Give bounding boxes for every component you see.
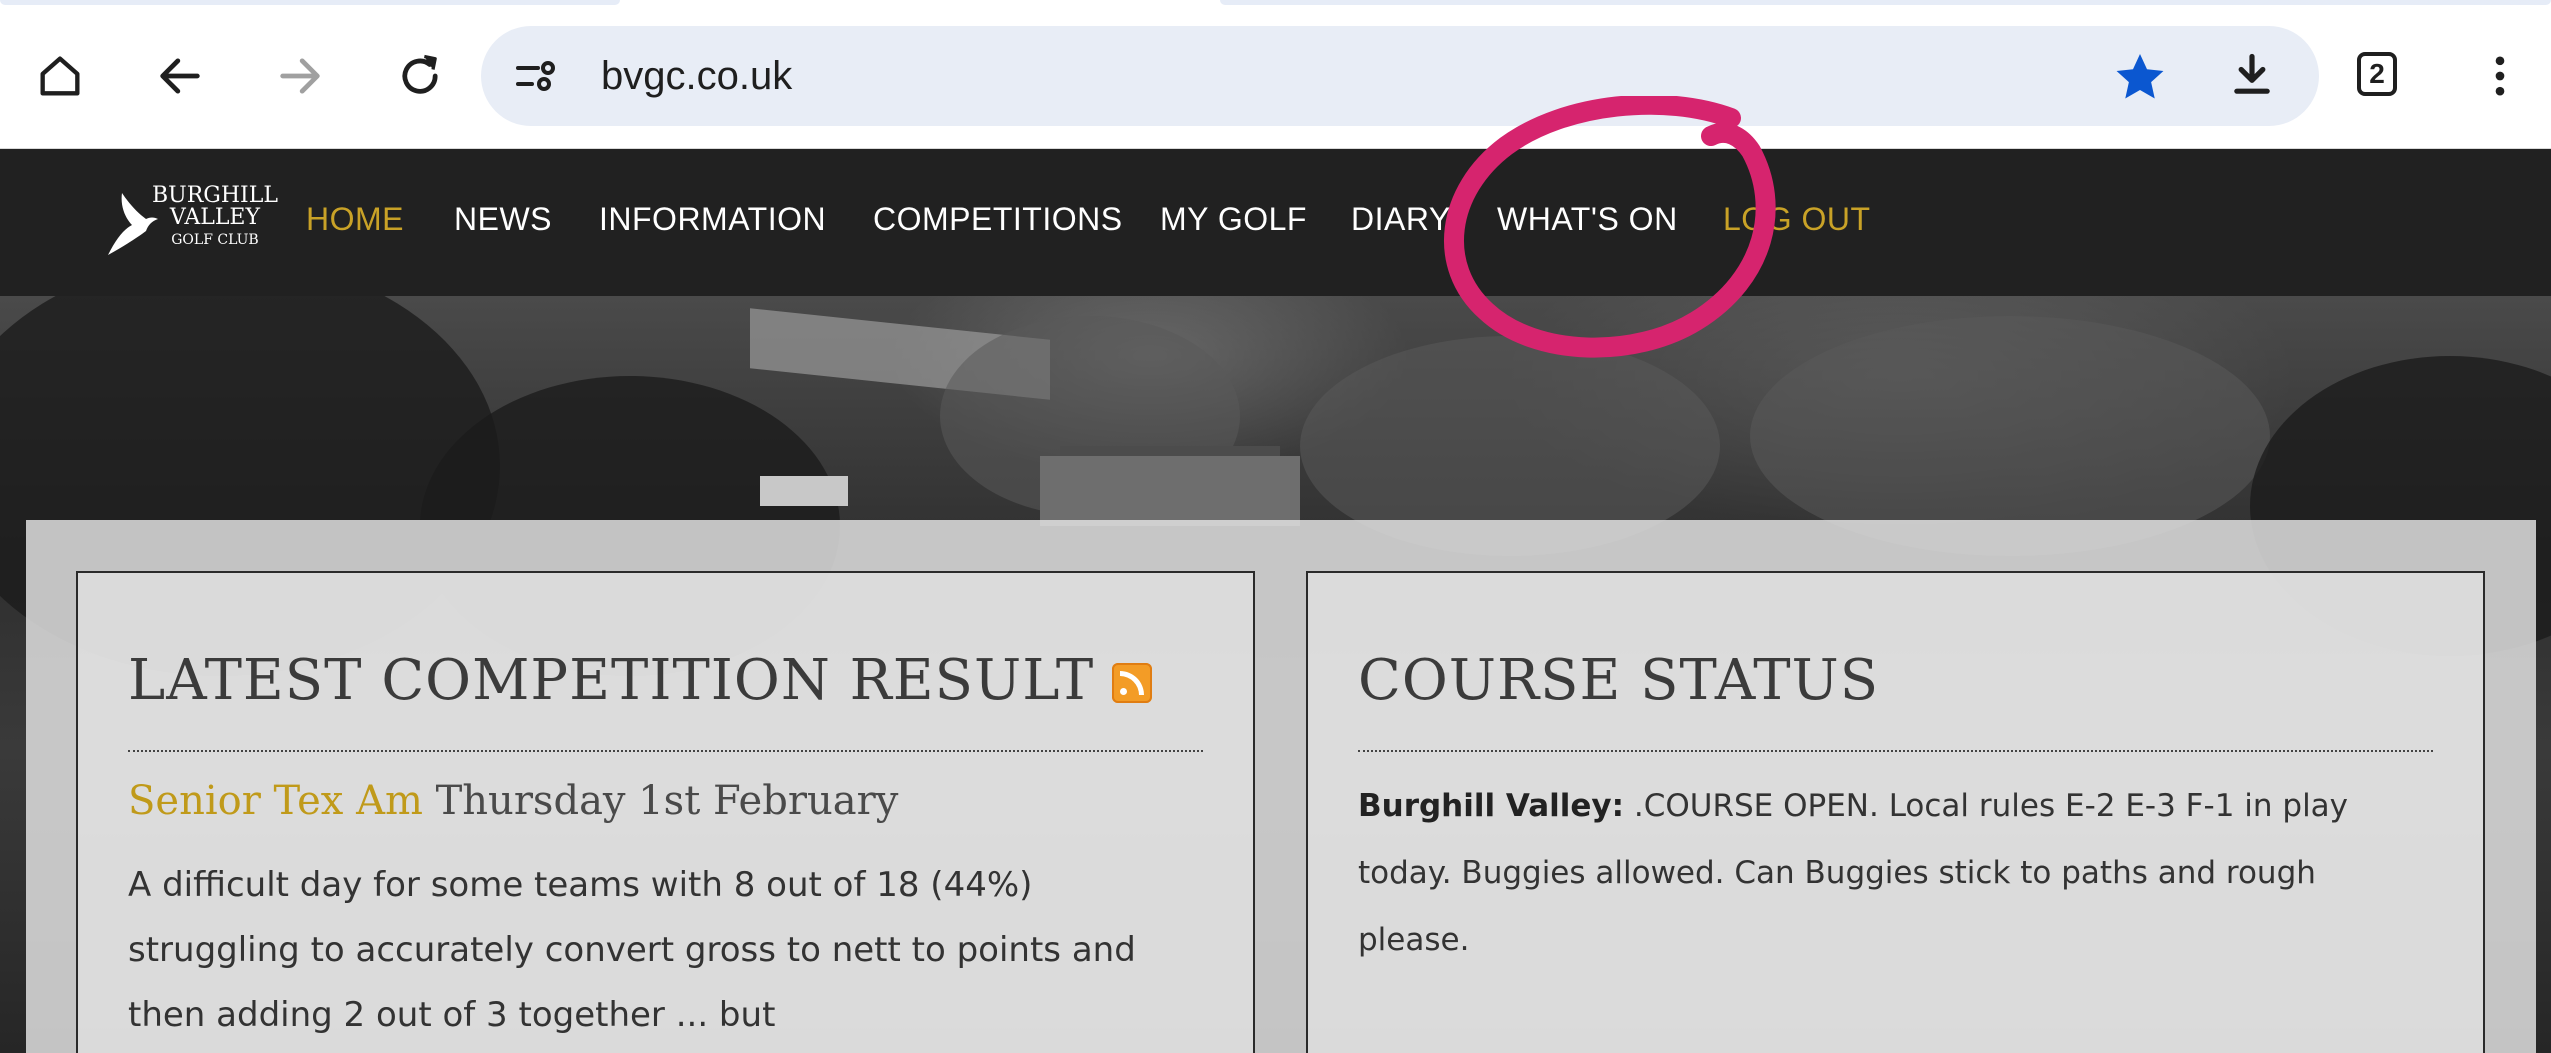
menu-icon — [2495, 56, 2505, 96]
tab-strip-edge — [1220, 0, 2551, 5]
site-logo[interactable]: BURGHILL VALLEY GOLF CLUB — [104, 179, 278, 269]
download-button[interactable] — [2216, 40, 2288, 112]
heading-divider — [128, 750, 1203, 752]
logo-wordmark: BURGHILL VALLEY GOLF CLUB — [152, 185, 278, 251]
forward-icon — [280, 58, 320, 94]
bookmark-star-icon[interactable] — [2111, 48, 2169, 106]
nav-news[interactable]: NEWS — [454, 199, 552, 239]
home-icon — [40, 56, 80, 96]
competition-result-card: LATEST COMPETITION RESULT Senior Tex Am … — [76, 571, 1255, 1053]
competition-summary: A difficult day for some teams with 8 ou… — [128, 865, 1136, 1035]
browser-toolbar: bvgc.co.uk 2 — [0, 0, 2551, 149]
tab-switcher-button[interactable]: 2 — [2357, 52, 2397, 96]
nav-log-out[interactable]: LOG OUT — [1723, 199, 1871, 239]
download-icon — [2234, 53, 2270, 94]
forward-button[interactable] — [264, 40, 336, 112]
reload-icon — [402, 54, 438, 94]
nav-home[interactable]: HOME — [306, 199, 404, 239]
nav-information[interactable]: INFORMATION — [599, 199, 826, 239]
course-status-text: Burghill Valley: .COURSE OPEN. Local rul… — [1358, 773, 2433, 974]
competition-name-link[interactable]: Senior Tex Am — [128, 778, 423, 824]
address-bar[interactable]: bvgc.co.uk — [481, 26, 2319, 126]
nav-diary[interactable]: DIARY — [1351, 199, 1451, 239]
rss-feed-icon[interactable] — [1112, 663, 1153, 703]
course-status-title: COURSE STATUS — [1358, 648, 1880, 713]
competition-result-heading: LATEST COMPETITION RESULT — [128, 648, 1153, 713]
site-navigation: BURGHILL VALLEY GOLF CLUB HOME NEWS INFO… — [0, 149, 2551, 296]
competition-result-title: LATEST COMPETITION RESULT — [128, 648, 1095, 713]
hero-house — [1040, 456, 1300, 526]
back-button[interactable] — [144, 40, 216, 112]
competition-headline: Senior Tex Am Thursday 1st February — [128, 773, 898, 829]
tab-strip-edge — [0, 0, 620, 5]
logo-line-1: BURGHILL — [152, 183, 278, 208]
hero-shed — [760, 476, 848, 506]
nav-competitions[interactable]: COMPETITIONS — [873, 199, 1123, 239]
home-button[interactable] — [24, 40, 96, 112]
logo-line-2: VALLEY — [169, 205, 261, 230]
competition-date: Thursday 1st February — [435, 778, 899, 824]
heading-divider — [1358, 750, 2433, 752]
nav-my-golf[interactable]: MY GOLF — [1160, 199, 1307, 239]
logo-line-3: GOLF CLUB — [171, 232, 259, 248]
site-info-icon[interactable] — [511, 52, 561, 100]
course-status-card: COURSE STATUS Burghill Valley: .COURSE O… — [1306, 571, 2485, 1053]
url-text[interactable]: bvgc.co.uk — [601, 50, 792, 102]
reload-button[interactable] — [384, 40, 456, 112]
nav-whats-on[interactable]: WHAT'S ON — [1497, 199, 1678, 239]
menu-button[interactable] — [2464, 40, 2536, 112]
course-name: Burghill Valley: — [1358, 788, 1625, 824]
back-icon — [160, 58, 200, 94]
